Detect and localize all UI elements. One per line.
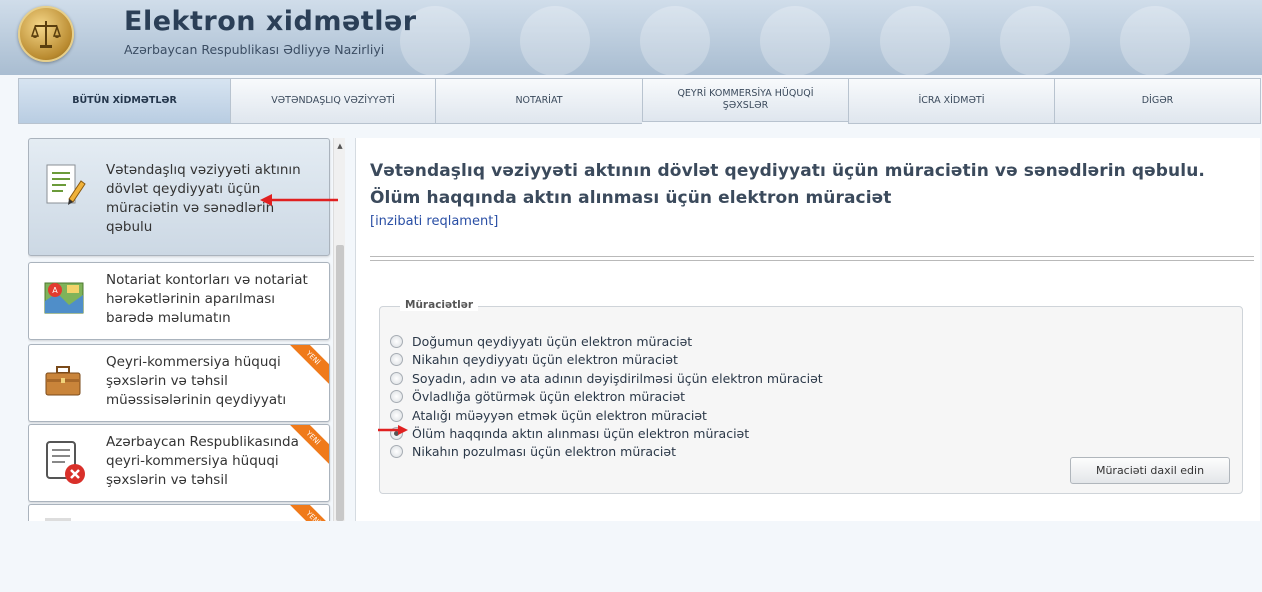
- site-title: Elektron xidmətlər: [124, 6, 417, 37]
- map-icon: A: [43, 277, 85, 323]
- scroll-thumb[interactable]: [336, 245, 344, 521]
- radio-button[interactable]: [390, 408, 403, 422]
- option-birth-registration[interactable]: Doğumun qeydiyyatı üçün elektron müraciə…: [390, 332, 692, 350]
- option-adoption[interactable]: Övladlığa götürmək üçün elektron müraciə…: [390, 387, 685, 405]
- option-death-certificate[interactable]: Ölüm haqqında aktın alınması üçün elektr…: [390, 424, 749, 442]
- sidebar-item-partial[interactable]: YENİ: [28, 504, 330, 521]
- sidebar-item-azerbaijan-non-commercial[interactable]: Azərbaycan Respublikasında qeyri-kommers…: [28, 424, 330, 502]
- radio-button[interactable]: [390, 352, 403, 366]
- option-divorce[interactable]: Nikahın pozulması üçün elektron müraciət: [390, 442, 676, 460]
- fieldset-legend: Müraciətlər: [400, 299, 479, 311]
- tab-non-commercial-legal-entities[interactable]: QEYRİ KOMMERSİYA HÜQUQİ ŞƏXSLƏR: [642, 78, 848, 122]
- site-header: Elektron xidmətlər Azərbaycan Respublika…: [0, 0, 1262, 75]
- scroll-up-arrow-icon[interactable]: ▲: [334, 140, 345, 152]
- submit-application-button[interactable]: Müraciəti daxil edin: [1070, 457, 1230, 484]
- tab-civil-status[interactable]: VƏTƏNDAŞLIQ VƏZİYYƏTİ: [230, 78, 435, 124]
- main-nav-tabs: BÜTÜN XİDMƏTLƏR VƏTƏNDAŞLIQ VƏZİYYƏTİ NO…: [18, 78, 1261, 124]
- radio-button[interactable]: [390, 444, 403, 458]
- tab-enforcement-service[interactable]: İCRA XİDMƏTİ: [848, 78, 1054, 124]
- document-cancel-icon: [43, 439, 87, 491]
- document-icon: [43, 513, 73, 521]
- briefcase-icon: [43, 363, 83, 403]
- page-title: Vətəndaşlıq vəziyyəti aktının dövlət qey…: [370, 161, 1205, 208]
- red-arrow-sidebar-icon: [260, 194, 338, 206]
- svg-text:A: A: [52, 286, 58, 295]
- site-subtitle: Azərbaycan Respublikası Ədliyyə Nazirliy…: [124, 42, 385, 57]
- option-marriage-registration[interactable]: Nikahın qeydiyyatı üçün elektron müraciə…: [390, 350, 678, 368]
- radio-button[interactable]: [390, 389, 403, 403]
- sidebar-item-label: Notariat kontorları və notariat hərəkətl…: [106, 272, 308, 326]
- sidebar-item-label: Qeyri-kommersiya hüquqi şəxslərin və təh…: [106, 354, 287, 408]
- main-content: Vətəndaşlıq vəziyyəti aktının dövlət qey…: [355, 138, 1260, 521]
- scales-of-justice-logo-icon[interactable]: [18, 6, 74, 62]
- radio-button[interactable]: [390, 371, 403, 385]
- new-badge: YENİ: [286, 505, 329, 521]
- option-paternity[interactable]: Atalığı müəyyən etmək üçün elektron müra…: [390, 406, 707, 424]
- sidebar-item-notary-offices[interactable]: A Notariat kontorları və notariat hərəkə…: [28, 262, 330, 340]
- applications-fieldset: Müraciətlər Doğumun qeydiyyatı üçün elek…: [379, 299, 1243, 494]
- radio-button[interactable]: [390, 334, 403, 348]
- tab-other[interactable]: DİGƏR: [1054, 78, 1261, 124]
- tab-notary[interactable]: NOTARİAT: [435, 78, 642, 124]
- red-arrow-option-icon: [378, 425, 408, 435]
- divider: [370, 256, 1254, 261]
- option-name-change[interactable]: Soyadın, adın və ata adının dəyişdirilmə…: [390, 369, 823, 387]
- tab-all-services[interactable]: BÜTÜN XİDMƏTLƏR: [18, 78, 230, 124]
- sidebar-item-label: Azərbaycan Respublikasında qeyri-kommers…: [106, 434, 299, 488]
- document-edit-icon: [43, 161, 87, 215]
- reglament-link[interactable]: [inzibati reqlament]: [370, 214, 498, 229]
- sidebar-item-non-commercial-registration[interactable]: Qeyri-kommersiya hüquqi şəxslərin və təh…: [28, 344, 330, 422]
